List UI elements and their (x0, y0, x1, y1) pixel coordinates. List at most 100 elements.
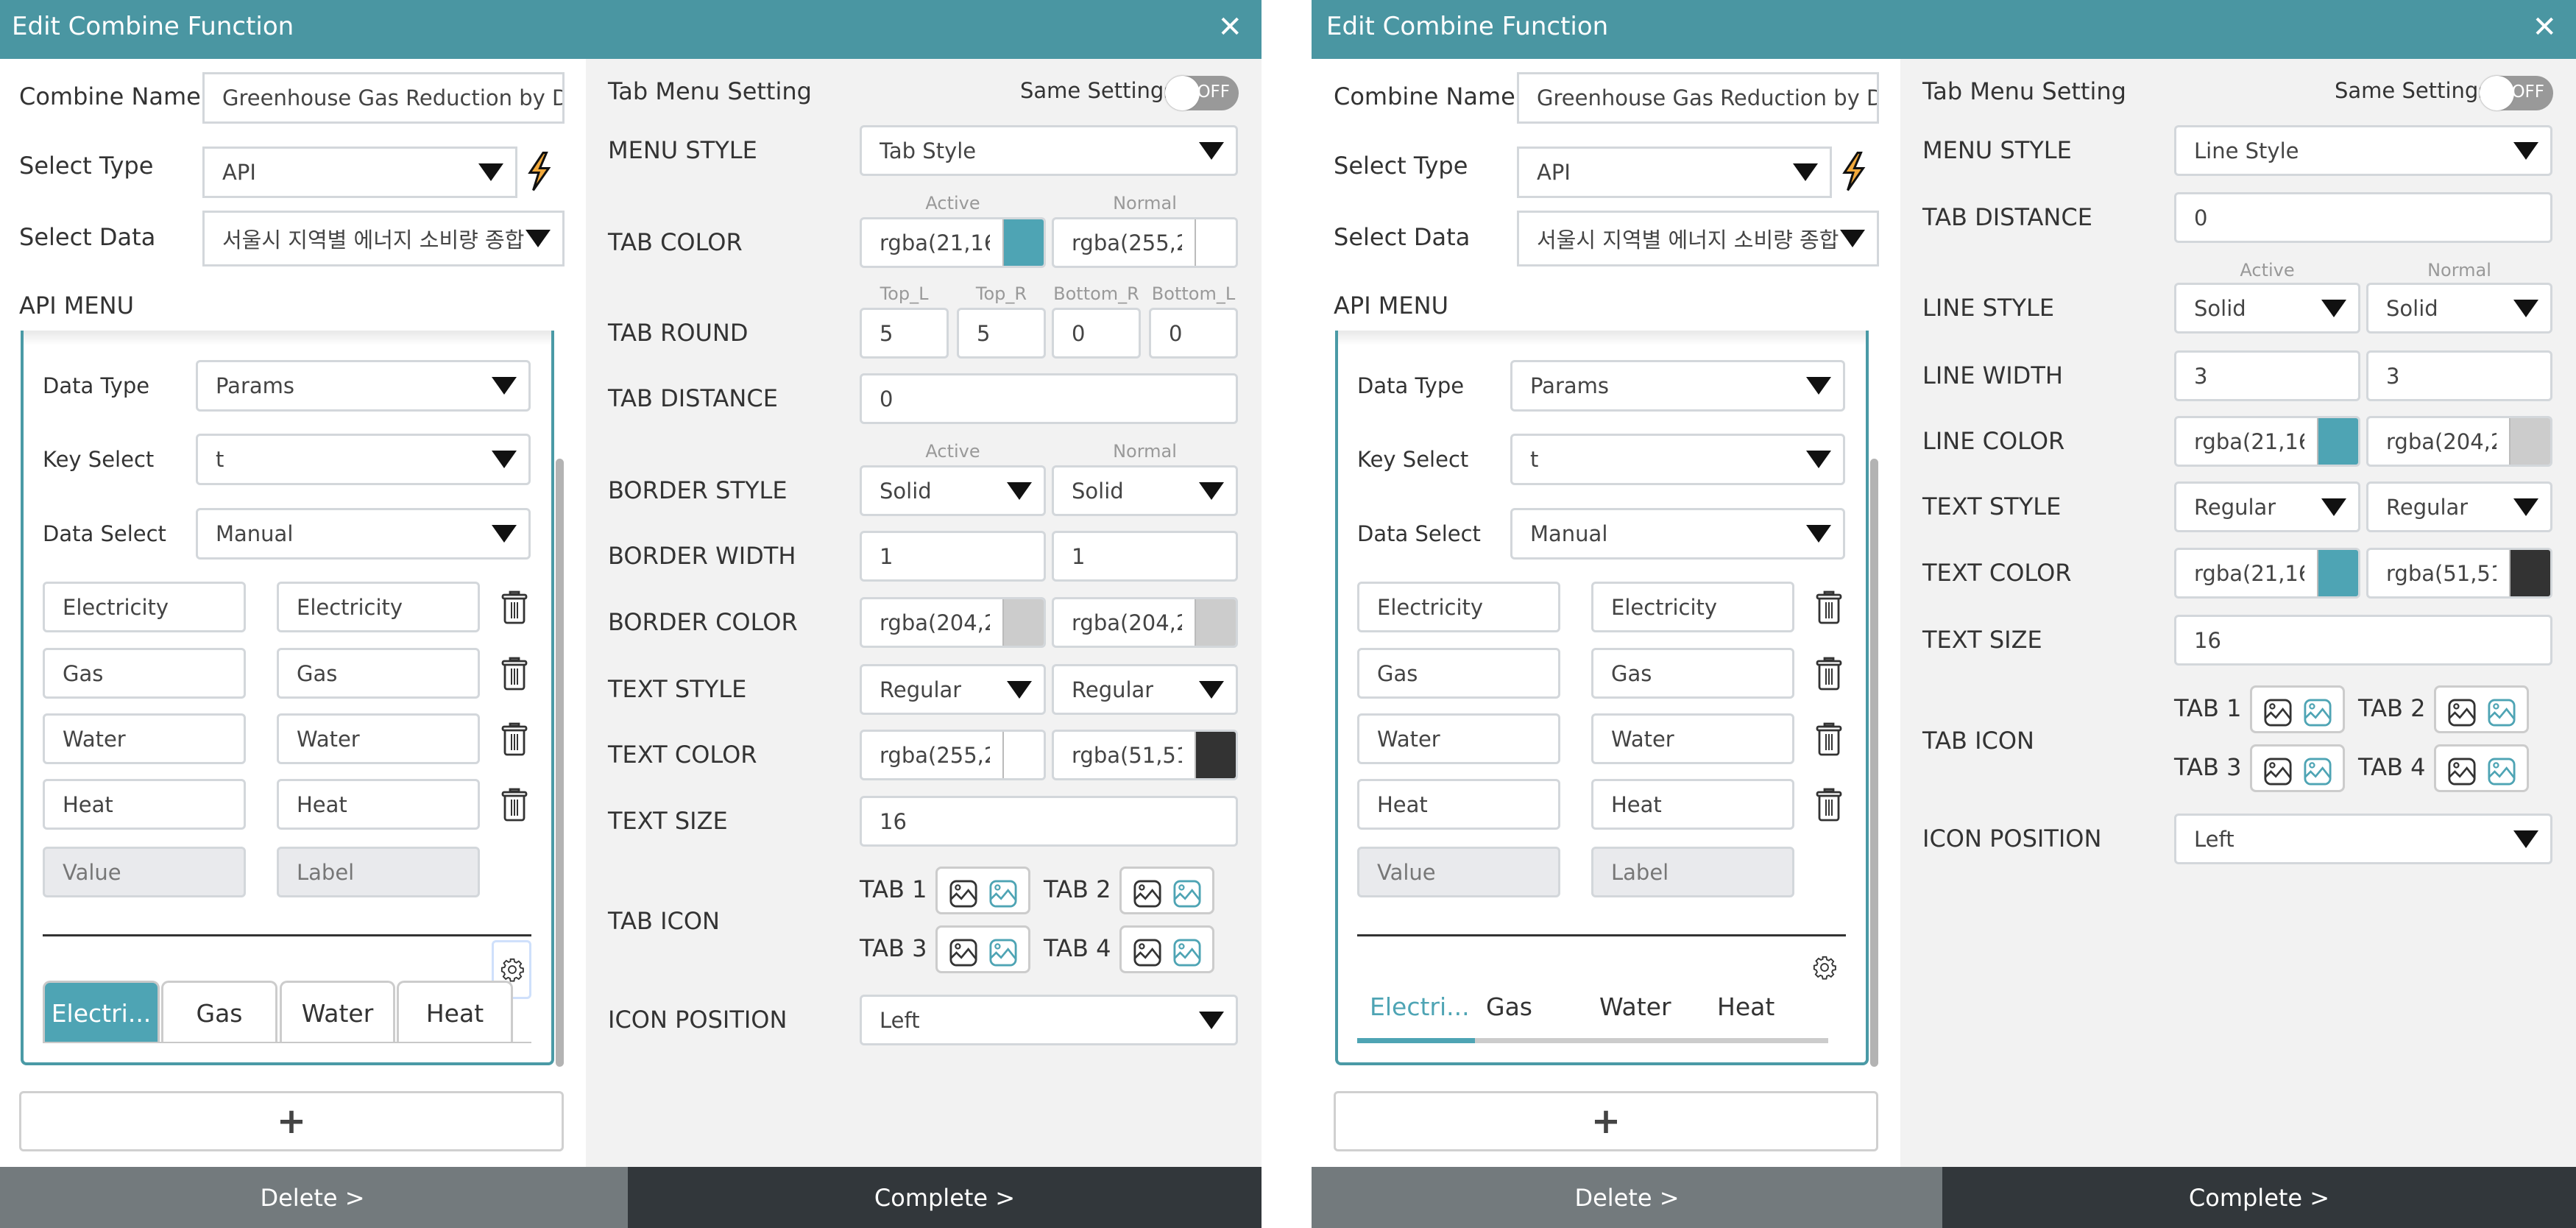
line-width-normal-input[interactable]: 3 (2366, 350, 2552, 401)
complete-button[interactable]: Complete > (628, 1167, 1262, 1228)
row-value-input[interactable]: Gas (43, 648, 246, 699)
icon-position-input[interactable]: Left (2174, 814, 2552, 864)
tab-icon-picker[interactable] (2250, 744, 2345, 792)
line-color-active-input[interactable]: rgba(21,165 (2174, 416, 2360, 467)
row-value-input[interactable]: Water (1357, 713, 1560, 764)
tab-icon-picker[interactable] (2250, 685, 2345, 733)
color-swatch[interactable] (2509, 550, 2550, 596)
select-data-select[interactable]: 서울시 지역별 에너지 소비량 종합 (1517, 211, 1879, 267)
tab-icon-picker[interactable] (935, 867, 1030, 914)
preview-tab[interactable]: Electri... (43, 981, 160, 1043)
image-icon-normal[interactable] (1133, 939, 1161, 967)
select-type-select[interactable]: API (1517, 147, 1832, 198)
text-color-normal-input[interactable]: rgba(51,51, (1052, 730, 1238, 780)
image-icon-active[interactable] (989, 880, 1017, 908)
border-style-normal-input[interactable]: Solid (1052, 465, 1238, 516)
row-label-input[interactable]: Electricity (1591, 582, 1794, 632)
data-select-select[interactable]: Manual (196, 508, 531, 560)
image-icon-normal[interactable] (2448, 758, 2476, 786)
trash-icon[interactable] (500, 722, 529, 756)
combine-name-input[interactable]: Greenhouse Gas Reduction by Dis (1517, 72, 1879, 124)
key-select-select[interactable]: t (1510, 434, 1845, 485)
border-color-active-input[interactable]: rgba(204,20 (860, 597, 1046, 648)
image-icon-normal[interactable] (949, 939, 977, 967)
border-width-active-input[interactable]: 1 (860, 531, 1046, 582)
scrollbar[interactable] (556, 459, 564, 1067)
image-icon-active[interactable] (2488, 699, 2516, 727)
preview-tab[interactable]: Water (1599, 992, 1671, 1021)
image-icon-normal[interactable] (949, 880, 977, 908)
trash-icon[interactable] (1814, 657, 1844, 691)
row-label-input[interactable]: Heat (277, 779, 480, 830)
row-label-input[interactable]: Water (277, 713, 480, 764)
api-menu-scroll-area[interactable]: Data Type Params Key Select t Data Select Man… (21, 331, 554, 1065)
text-style-active-input[interactable]: Regular (2174, 481, 2360, 532)
text-color-active-input[interactable]: rgba(255,25 (860, 730, 1046, 780)
preview-tab[interactable]: Gas (1486, 992, 1532, 1021)
tab-icon-picker[interactable] (1119, 867, 1214, 914)
trash-icon[interactable] (1814, 722, 1844, 756)
border-color-normal-input[interactable]: rgba(204,20 (1052, 597, 1238, 648)
text-style-active-input[interactable]: Regular (860, 664, 1046, 715)
image-icon-normal[interactable] (2264, 699, 2292, 727)
same-settings-toggle[interactable]: OFF (2480, 76, 2553, 110)
image-icon-normal[interactable] (2264, 758, 2292, 786)
image-icon-active[interactable] (1173, 880, 1201, 908)
text-style-normal-input[interactable]: Regular (2366, 481, 2552, 532)
text-color-active-input[interactable]: rgba(21,165 (2174, 548, 2360, 599)
add-menu-button[interactable]: + (1334, 1091, 1878, 1151)
tab-distance-input[interactable]: 0 (2174, 192, 2552, 243)
gear-icon[interactable] (1806, 940, 1846, 999)
preview-tab[interactable]: Electri... (1370, 992, 1470, 1021)
row-value-input[interactable]: Heat (43, 779, 246, 830)
color-swatch[interactable] (2509, 418, 2550, 465)
key-select-select[interactable]: t (196, 434, 531, 485)
color-swatch[interactable] (2317, 550, 2358, 596)
tab-round-input[interactable]: 5 (957, 308, 1046, 359)
line-color-normal-input[interactable]: rgba(204,20 (2366, 416, 2552, 467)
preview-tab[interactable]: Heat (397, 981, 513, 1043)
border-width-normal-input[interactable]: 1 (1052, 531, 1238, 582)
preview-tab[interactable]: Heat (1717, 992, 1774, 1021)
image-icon-active[interactable] (1173, 939, 1201, 967)
row-value-input[interactable]: Gas (1357, 648, 1560, 699)
new-value-input[interactable]: Value (1357, 847, 1560, 897)
add-menu-button[interactable]: + (19, 1091, 564, 1151)
data-type-select[interactable]: Params (1510, 360, 1845, 412)
trash-icon[interactable] (500, 788, 529, 822)
row-value-input[interactable]: Electricity (43, 582, 246, 632)
tab-round-input[interactable]: 0 (1149, 308, 1238, 359)
line-style-active-input[interactable]: Solid (2174, 283, 2360, 334)
row-value-input[interactable]: Electricity (1357, 582, 1560, 632)
image-icon-active[interactable] (2304, 758, 2332, 786)
new-label-input[interactable]: Label (277, 847, 480, 897)
lightning-icon[interactable] (1840, 152, 1866, 191)
line-style-normal-input[interactable]: Solid (2366, 283, 2552, 334)
tab-round-input[interactable]: 0 (1052, 308, 1141, 359)
image-icon-active[interactable] (2488, 758, 2516, 786)
preview-tab[interactable]: Gas (161, 981, 277, 1043)
row-value-input[interactable]: Water (43, 713, 246, 764)
color-swatch[interactable] (1195, 732, 1236, 778)
trash-icon[interactable] (1814, 788, 1844, 822)
select-type-select[interactable]: API (202, 147, 517, 198)
color-swatch[interactable] (1002, 732, 1044, 778)
tab-color-active-input[interactable]: rgba(21,165 (860, 217, 1046, 268)
select-data-select[interactable]: 서울시 지역별 에너지 소비량 종합 (202, 211, 565, 267)
complete-button[interactable]: Complete > (1942, 1167, 2576, 1228)
trash-icon[interactable] (500, 590, 529, 624)
text-color-normal-input[interactable]: rgba(51,51, (2366, 548, 2552, 599)
tab-round-input[interactable]: 5 (860, 308, 949, 359)
color-swatch[interactable] (1002, 599, 1044, 646)
image-icon-active[interactable] (989, 939, 1017, 967)
image-icon-normal[interactable] (2448, 699, 2476, 727)
trash-icon[interactable] (1814, 590, 1844, 624)
row-label-input[interactable]: Gas (1591, 648, 1794, 699)
scrollbar[interactable] (1870, 459, 1878, 1067)
row-label-input[interactable]: Electricity (277, 582, 480, 632)
new-label-input[interactable]: Label (1591, 847, 1794, 897)
row-value-input[interactable]: Heat (1357, 779, 1560, 830)
line-width-active-input[interactable]: 3 (2174, 350, 2360, 401)
menu-style-input[interactable]: Line Style (2174, 125, 2552, 176)
tab-icon-picker[interactable] (1119, 925, 1214, 973)
